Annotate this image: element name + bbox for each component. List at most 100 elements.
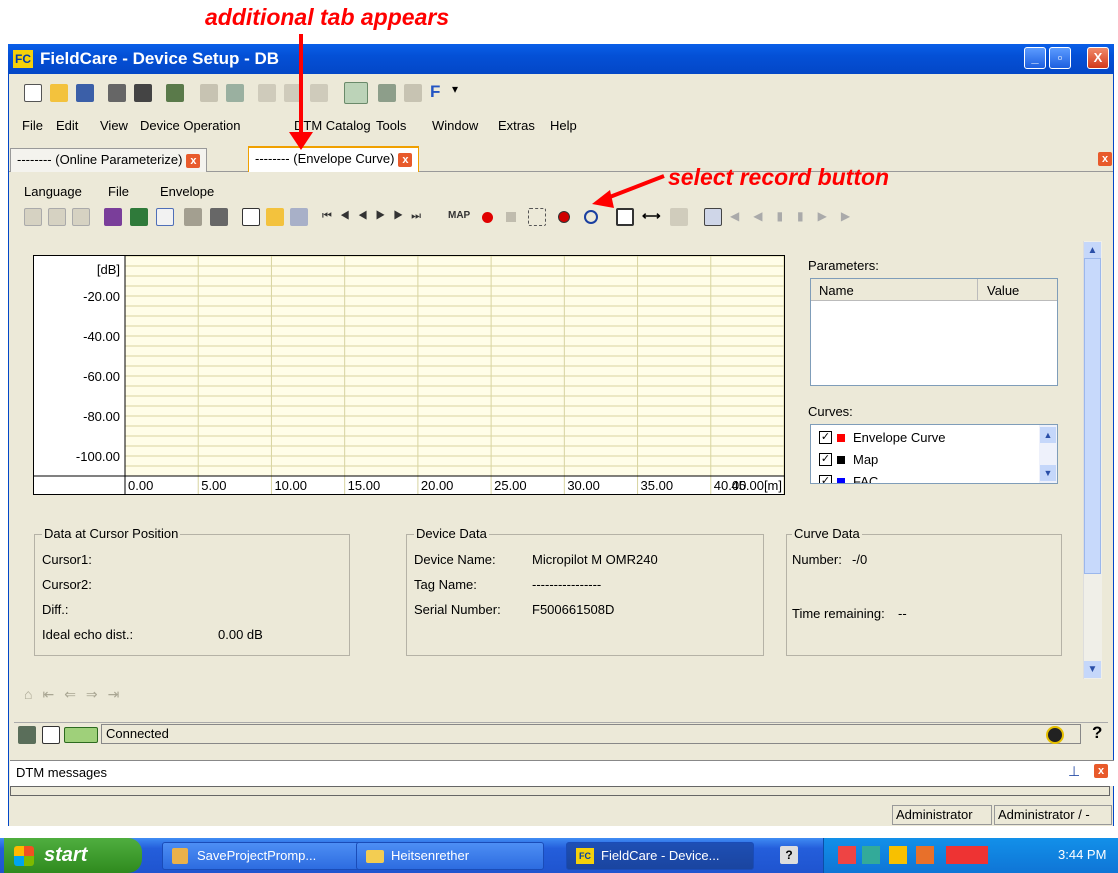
column-name[interactable]: Name — [819, 283, 854, 298]
x-tick-label: 5.00 — [201, 478, 226, 493]
annotation-tab-arrow-head — [289, 132, 313, 150]
menu-file[interactable]: File — [22, 118, 43, 133]
split-icon[interactable] — [528, 208, 546, 226]
device-icon[interactable] — [134, 84, 152, 102]
serial-number-label: Serial Number: — [414, 602, 501, 617]
layout-icon[interactable] — [24, 208, 42, 226]
menu-device-operation[interactable]: Device Operation — [140, 118, 240, 133]
task-label: FieldCare - Device... — [601, 848, 720, 863]
map-button[interactable]: MAP — [448, 210, 470, 221]
curves-list[interactable]: ✓ Envelope Curve ✓ Map ✓ FAC ▲ ▼ — [810, 424, 1058, 484]
help-button[interactable]: ? — [1092, 723, 1102, 743]
network-icon[interactable] — [166, 84, 184, 102]
menu-window[interactable]: Window — [432, 118, 478, 133]
serial-number-value: F500661508D — [532, 602, 615, 617]
task-label: Heitsenrether — [391, 848, 470, 863]
scroll-down-icon[interactable]: ▼ — [1084, 661, 1101, 678]
scrollbar-thumb[interactable] — [1084, 258, 1101, 574]
save-icon[interactable] — [76, 84, 94, 102]
tray-icons[interactable] — [838, 846, 988, 864]
radiation-icon[interactable] — [1046, 726, 1064, 744]
annotation-tab-arrow-shaft — [299, 34, 303, 134]
menu-tools[interactable]: Tools — [376, 118, 406, 133]
open-icon[interactable] — [266, 208, 284, 226]
x-tick-label: 45.00[m] — [731, 478, 782, 493]
open-icon[interactable] — [50, 84, 68, 102]
disabled-tool-icon — [310, 84, 328, 102]
layout-icon[interactable] — [72, 208, 90, 226]
layout-icon[interactable] — [48, 208, 66, 226]
tab-online-parameterize[interactable]: -------- (Online Parameterize) x — [10, 148, 208, 172]
time-remaining-value: -- — [898, 606, 907, 621]
menu-edit[interactable]: Edit — [56, 118, 78, 133]
fit-width-icon[interactable]: ⟷ — [642, 208, 661, 224]
x-tick-label: 10.00 — [274, 478, 307, 493]
task-heitsenrether[interactable]: Heitsenrether — [356, 842, 544, 870]
y-tick-label: -100.00 — [76, 449, 120, 464]
offline-icon[interactable] — [42, 726, 60, 744]
ideal-echo-label: Ideal echo dist.: — [42, 627, 134, 642]
menu-extras[interactable]: Extras — [498, 118, 535, 133]
y-axis-label: [dB] — [97, 262, 120, 277]
edit-icon[interactable] — [156, 208, 174, 226]
curve-checkbox[interactable]: ✓ — [819, 475, 832, 483]
scroll-up-icon[interactable]: ▲ — [1084, 242, 1101, 259]
menu-view[interactable]: View — [100, 118, 128, 133]
menu-dtm-catalog[interactable]: DTM Catalog — [294, 118, 371, 133]
curve-checkbox[interactable]: ✓ — [819, 453, 832, 466]
playback-controls-icon[interactable]: ⏮◀◀▶▶⏭ — [322, 210, 429, 223]
save-icon[interactable] — [290, 208, 308, 226]
book-icon[interactable] — [104, 208, 122, 226]
x-tick-label: 0.00 — [128, 478, 153, 493]
copy-icon[interactable] — [704, 208, 722, 226]
task-saveprojectprompt[interactable]: SaveProjectPromp... — [162, 842, 372, 870]
help-tray-icon[interactable]: ? — [780, 846, 798, 864]
new-icon[interactable] — [242, 208, 260, 226]
number-label: Number: — [792, 552, 842, 567]
print-icon[interactable] — [108, 84, 126, 102]
scroll-down-icon[interactable]: ▼ — [1040, 465, 1056, 481]
submenu-language[interactable]: Language — [24, 184, 82, 199]
close-document-icon[interactable]: x — [1098, 152, 1112, 166]
app-logo-icon: FC — [13, 50, 33, 68]
column-value[interactable]: Value — [987, 283, 1019, 298]
device-name-value: Micropilot M OMR240 — [532, 552, 658, 567]
curve-checkbox[interactable]: ✓ — [819, 431, 832, 444]
new-icon[interactable] — [24, 84, 42, 102]
messages-splitter[interactable] — [10, 786, 1110, 796]
catalog-icon[interactable] — [378, 84, 396, 102]
dtm-icon[interactable] — [344, 82, 368, 104]
submenu-envelope[interactable]: Envelope — [160, 184, 214, 199]
f-icon[interactable]: F — [430, 82, 448, 101]
zoom-box-icon[interactable] — [616, 208, 634, 226]
print-icon[interactable] — [210, 208, 228, 226]
disabled-playback-icons: ◀◀▮▮▶▶ — [730, 209, 865, 223]
maximize-button[interactable]: ▫ — [1049, 47, 1071, 69]
chevron-down-icon[interactable]: ▾ — [452, 82, 470, 100]
envelope-curve-color — [837, 434, 845, 442]
parameters-table[interactable]: Name Value — [810, 278, 1058, 386]
scroll-up-icon[interactable]: ▲ — [1040, 427, 1056, 443]
ideal-echo-value: 0.00 dB — [218, 627, 263, 642]
close-tab-icon[interactable]: x — [186, 153, 201, 168]
main-toolbar: F ▾ — [18, 80, 618, 106]
parameters-title: Parameters: — [808, 258, 879, 273]
close-button[interactable]: X — [1087, 47, 1109, 69]
close-tab-icon[interactable]: x — [398, 152, 413, 167]
menu-help[interactable]: Help — [550, 118, 577, 133]
disabled-tool-icon — [258, 84, 276, 102]
submenu-file[interactable]: File — [108, 184, 129, 199]
connect-icon[interactable] — [226, 84, 244, 102]
clock-icon[interactable] — [584, 210, 598, 224]
record-single-icon[interactable] — [558, 211, 570, 223]
close-panel-icon[interactable]: x — [1094, 764, 1108, 778]
envelope-chart[interactable]: 0.00 5.00 10.00 15.00 20.00 25.00 30.00 35.00 40… — [33, 255, 785, 495]
tab-envelope-curve[interactable]: -------- (Envelope Curve) x — [248, 146, 420, 172]
device-status-icon[interactable] — [18, 726, 36, 744]
tools-icon[interactable] — [130, 208, 148, 226]
task-fieldcare[interactable]: FieldCare - Device... — [566, 842, 754, 870]
x-tick-label: 30.00 — [567, 478, 600, 493]
record-button[interactable] — [482, 212, 493, 223]
minimize-button[interactable]: _ — [1024, 47, 1046, 69]
pin-icon[interactable]: ⊥ — [1068, 763, 1080, 780]
